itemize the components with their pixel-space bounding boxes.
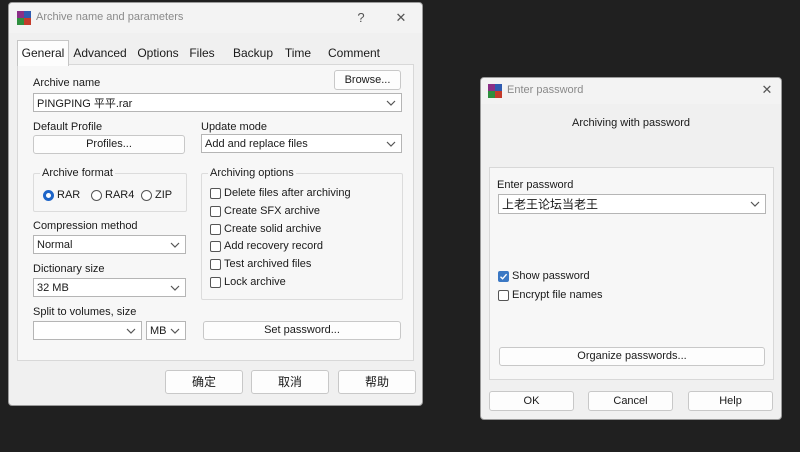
encrypt-names-label[interactable]: Encrypt file names bbox=[512, 289, 602, 301]
organize-passwords-button[interactable]: Organize passwords... bbox=[499, 347, 765, 366]
format-zip-label[interactable]: ZIP bbox=[155, 189, 172, 201]
password-combobox[interactable]: 上老王论坛当老王 bbox=[498, 194, 766, 214]
archive-name-combobox[interactable]: PINGPING 平平.rar bbox=[33, 93, 402, 112]
archive-format-group: Archive format RAR RAR4 ZIP bbox=[33, 167, 187, 212]
archiving-options-group: Archiving options Delete files after arc… bbox=[201, 167, 403, 300]
show-password-label[interactable]: Show password bbox=[512, 270, 590, 282]
password-panel: Enter password 上老王论坛当老王 Show password En… bbox=[489, 167, 774, 380]
encrypt-names-checkbox[interactable] bbox=[498, 290, 509, 301]
tab-options[interactable]: Options bbox=[134, 43, 182, 64]
tab-comment[interactable]: Comment bbox=[324, 43, 384, 64]
title-bar[interactable]: Archive name and parameters ? ✕ bbox=[9, 3, 422, 33]
archive-name-label: Archive name bbox=[33, 77, 101, 89]
format-rar-label[interactable]: RAR bbox=[57, 189, 80, 201]
cancel-button[interactable]: 取消 bbox=[251, 370, 329, 394]
general-tab-panel: Archive name Browse... PINGPING 平平.rar D… bbox=[17, 64, 414, 361]
update-mode-value: Add and replace files bbox=[205, 137, 308, 150]
chevron-down-icon bbox=[386, 100, 396, 106]
tab-files[interactable]: Files bbox=[187, 43, 217, 64]
split-unit-value: MB bbox=[150, 324, 167, 337]
dialog-title: Archive name and parameters bbox=[36, 11, 184, 23]
delete-files-label[interactable]: Delete files after archiving bbox=[224, 187, 351, 199]
recovery-record-label[interactable]: Add recovery record bbox=[224, 240, 323, 252]
recovery-record-checkbox[interactable] bbox=[210, 241, 221, 252]
dictionary-size-combobox[interactable]: 32 MB bbox=[33, 278, 186, 297]
tab-advanced[interactable]: Advanced bbox=[71, 43, 129, 64]
password-subtitle: Archiving with password bbox=[572, 117, 690, 129]
set-password-button[interactable]: Set password... bbox=[203, 321, 401, 340]
chevron-down-icon bbox=[750, 201, 760, 207]
dictionary-size-value: 32 MB bbox=[37, 281, 69, 294]
archive-name-value: PINGPING 平平.rar bbox=[37, 97, 133, 110]
split-unit-combobox[interactable]: MB bbox=[146, 321, 186, 340]
help-button[interactable]: 帮助 bbox=[338, 370, 416, 394]
enter-password-label: Enter password bbox=[497, 179, 574, 191]
format-rar-radio[interactable] bbox=[43, 190, 54, 201]
ok-button[interactable]: 确定 bbox=[165, 370, 243, 394]
tab-general[interactable]: General bbox=[17, 40, 69, 66]
delete-files-checkbox[interactable] bbox=[210, 188, 221, 199]
browse-button[interactable]: Browse... bbox=[334, 70, 401, 90]
lock-archive-label[interactable]: Lock archive bbox=[224, 276, 286, 288]
format-rar4-radio[interactable] bbox=[91, 190, 102, 201]
profiles-button[interactable]: Profiles... bbox=[33, 135, 185, 154]
format-zip-radio[interactable] bbox=[141, 190, 152, 201]
password-cancel-button[interactable]: Cancel bbox=[588, 391, 673, 411]
compression-method-value: Normal bbox=[37, 238, 73, 251]
password-dialog-title: Enter password bbox=[507, 84, 584, 96]
close-icon[interactable]: ✕ bbox=[392, 9, 410, 27]
chevron-down-icon bbox=[170, 285, 180, 291]
create-sfx-label[interactable]: Create SFX archive bbox=[224, 205, 320, 217]
chevron-down-icon bbox=[170, 242, 180, 248]
test-files-label[interactable]: Test archived files bbox=[224, 258, 311, 270]
enter-password-dialog: Enter password ✕ Archiving with password… bbox=[480, 77, 782, 420]
password-value: 上老王论坛当老王 bbox=[502, 197, 599, 212]
update-mode-combobox[interactable]: Add and replace files bbox=[201, 134, 402, 153]
close-icon[interactable]: ✕ bbox=[758, 81, 776, 99]
password-title-bar[interactable]: Enter password ✕ bbox=[481, 78, 781, 104]
help-icon[interactable]: ? bbox=[352, 9, 370, 27]
password-ok-button[interactable]: OK bbox=[489, 391, 574, 411]
test-files-checkbox[interactable] bbox=[210, 259, 221, 270]
password-help-button[interactable]: Help bbox=[688, 391, 773, 411]
split-volumes-label: Split to volumes, size bbox=[33, 306, 137, 318]
archiving-options-label: Archiving options bbox=[208, 167, 296, 179]
winrar-icon bbox=[488, 84, 502, 98]
chevron-down-icon bbox=[170, 328, 180, 334]
tab-backup[interactable]: Backup bbox=[231, 43, 275, 64]
update-mode-label: Update mode bbox=[201, 121, 268, 133]
create-sfx-checkbox[interactable] bbox=[210, 206, 221, 217]
split-size-combobox[interactable] bbox=[33, 321, 142, 340]
tab-time[interactable]: Time bbox=[282, 43, 314, 64]
winrar-icon bbox=[17, 11, 31, 25]
compression-method-label: Compression method bbox=[33, 220, 138, 232]
create-solid-label[interactable]: Create solid archive bbox=[224, 223, 321, 235]
lock-archive-checkbox[interactable] bbox=[210, 277, 221, 288]
chevron-down-icon bbox=[126, 328, 136, 334]
archive-parameters-dialog: Archive name and parameters ? ✕ General … bbox=[8, 2, 423, 406]
checkmark-icon bbox=[500, 273, 508, 280]
format-rar4-label[interactable]: RAR4 bbox=[105, 189, 134, 201]
archive-format-label: Archive format bbox=[40, 167, 115, 179]
dictionary-size-label: Dictionary size bbox=[33, 263, 105, 275]
create-solid-checkbox[interactable] bbox=[210, 224, 221, 235]
show-password-checkbox[interactable] bbox=[498, 271, 509, 282]
chevron-down-icon bbox=[386, 141, 396, 147]
default-profile-label: Default Profile bbox=[33, 121, 103, 133]
compression-method-combobox[interactable]: Normal bbox=[33, 235, 186, 254]
